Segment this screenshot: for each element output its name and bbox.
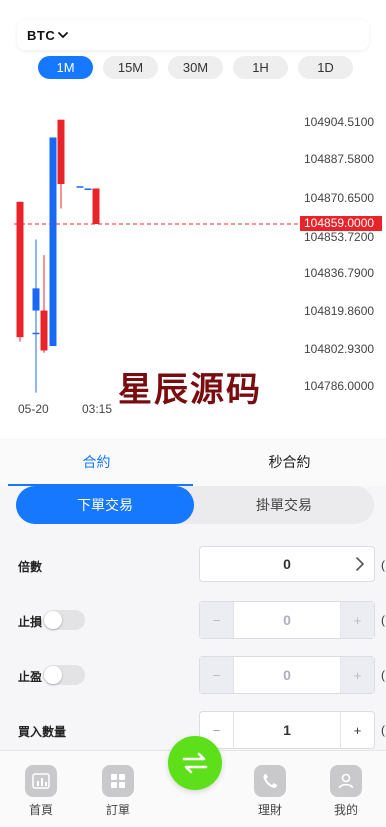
quantity-value[interactable]: 1: [234, 712, 340, 748]
candle-body: [32, 288, 40, 311]
trade-fab-button[interactable]: [168, 736, 222, 790]
nav-profile[interactable]: 我的: [316, 765, 376, 818]
clipped-text: (: [381, 723, 385, 737]
period-1m[interactable]: 1M: [38, 56, 93, 79]
clipped-text: (: [381, 613, 385, 627]
nav-profile-label: 我的: [333, 803, 358, 817]
candle-body: [92, 188, 100, 224]
tab-second-contract[interactable]: 秒合約: [193, 438, 386, 486]
nav-finance-label: 理財: [257, 803, 282, 817]
current-price-tag: 104859.0000: [300, 216, 382, 231]
nav-home-label: 首頁: [28, 803, 53, 817]
watermark-text: 星辰源码: [118, 370, 262, 410]
price-level: 104802.9300: [304, 342, 375, 356]
price-level: 104853.7200: [304, 230, 375, 244]
period-1d[interactable]: 1D: [298, 56, 353, 79]
candle-body: [57, 119, 65, 185]
quantity-stepper[interactable]: − 1 +: [199, 711, 375, 749]
stop-loss-toggle[interactable]: [43, 610, 85, 630]
time-label: 03:15: [82, 402, 113, 416]
price-level: 104786.0000: [304, 379, 375, 393]
contract-tabs: 合約 秒合約: [0, 438, 386, 486]
clipped-text: (: [381, 558, 385, 572]
quantity-label: 買入數量: [18, 725, 67, 739]
symbol-label: BTC: [27, 27, 56, 43]
app-screen: BTC 1M 15M 30M 1H 1D 104904.5100 104887.…: [0, 0, 386, 827]
chevron-down-icon: [58, 32, 69, 39]
tab-contract[interactable]: 合約: [0, 438, 193, 486]
take-profit-value[interactable]: 0: [234, 657, 340, 693]
period-30m[interactable]: 30M: [168, 56, 223, 79]
period-1h[interactable]: 1H: [233, 56, 288, 79]
price-level: 104819.8600: [304, 304, 375, 318]
swap-arrows-icon: [182, 752, 208, 774]
order-type-switch: 下單交易 掛單交易: [16, 486, 374, 524]
stop-loss-decrement-button[interactable]: −: [200, 602, 234, 638]
candle-body: [40, 310, 48, 351]
chevron-right-icon: [356, 557, 365, 571]
stop-loss-stepper[interactable]: − 0 +: [199, 601, 375, 639]
leverage-label: 倍數: [18, 560, 43, 574]
take-profit-decrement-button[interactable]: −: [200, 657, 234, 693]
candle-body: [49, 137, 57, 347]
stop-loss-increment-button[interactable]: +: [340, 602, 374, 638]
period-15m[interactable]: 15M: [103, 56, 158, 79]
candle-body: [84, 188, 92, 190]
nav-home[interactable]: 首頁: [11, 765, 71, 818]
price-level: 104887.5800: [304, 152, 375, 166]
symbol-selector[interactable]: BTC: [17, 20, 369, 50]
nav-orders-label: 訂單: [105, 803, 130, 817]
user-icon: [330, 765, 362, 797]
price-level: 104904.5100: [304, 115, 375, 129]
market-order-button[interactable]: 下單交易: [16, 486, 194, 524]
limit-order-button[interactable]: 掛單交易: [194, 486, 374, 524]
take-profit-stepper[interactable]: − 0 +: [199, 656, 375, 694]
bar-chart-icon: [25, 765, 57, 797]
price-level: 104870.6500: [304, 191, 375, 205]
candle-body: [32, 332, 40, 335]
candlestick-chart[interactable]: 104904.5100 104887.5800 104870.6500 1048…: [0, 86, 386, 426]
quantity-increment-button[interactable]: +: [340, 712, 374, 748]
stop-loss-label: 止損: [18, 615, 43, 629]
take-profit-label: 止盈: [18, 670, 43, 684]
nav-orders[interactable]: 訂單: [88, 765, 148, 818]
stop-loss-value[interactable]: 0: [234, 602, 340, 638]
time-label: 05-20: [18, 402, 49, 416]
period-tabs: 1M 15M 30M 1H 1D: [38, 56, 353, 79]
phone-icon: [254, 765, 286, 797]
toggle-knob: [44, 611, 62, 629]
grid-icon: [102, 765, 134, 797]
price-level: 104836.7900: [304, 266, 375, 280]
leverage-value: 0: [283, 556, 291, 572]
nav-finance[interactable]: 理財: [240, 765, 300, 818]
clipped-text: (: [381, 668, 385, 682]
take-profit-toggle[interactable]: [43, 665, 85, 685]
candle-body: [76, 186, 84, 188]
leverage-select[interactable]: 0: [199, 546, 375, 582]
candle-body: [16, 201, 24, 338]
take-profit-increment-button[interactable]: +: [340, 657, 374, 693]
toggle-knob: [44, 666, 62, 684]
